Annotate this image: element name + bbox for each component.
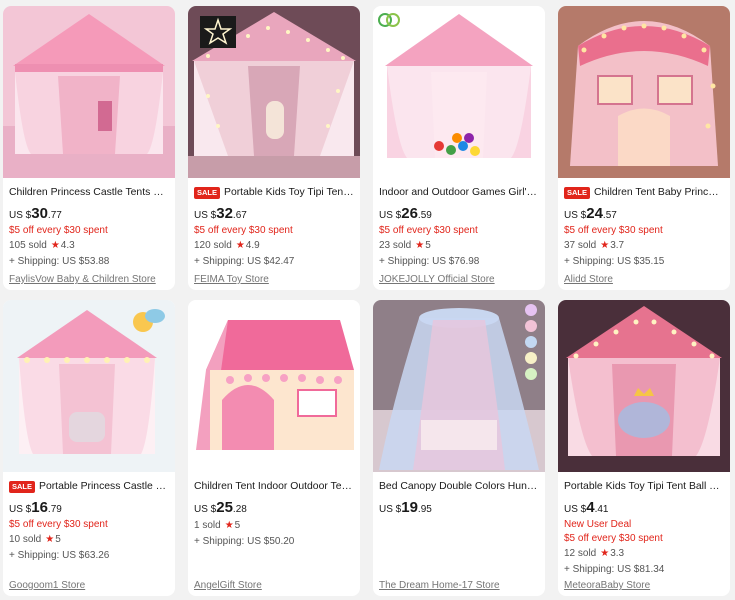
product-price: US $19.95 (379, 499, 432, 516)
star-icon: ★ (235, 240, 245, 251)
product-title-row[interactable]: SALE Portable Princess Castle Play... (9, 478, 169, 495)
shipping-text: + Shipping: US $42.47 (194, 256, 295, 267)
star-icon: ★ (45, 534, 55, 545)
sales-rating: 120 sold ★4.9 (194, 240, 260, 251)
product-grid: Children Princess Castle Tents Port... U… (0, 0, 735, 600)
product-title[interactable]: Bed Canopy Double Colors Hung ... (379, 479, 539, 495)
store-link[interactable]: Googoom1 Store (9, 580, 85, 591)
shipping-text: + Shipping: US $63.26 (9, 550, 110, 561)
sale-badge: SALE (564, 186, 591, 199)
product-title-row[interactable]: SALE Portable Kids Toy Tipi Tent B... (194, 184, 354, 201)
product-card[interactable]: Children Tent Indoor Outdoor Ten... US $… (188, 300, 360, 596)
product-card[interactable]: SALE Children Tent Baby Princess ... US … (558, 6, 730, 290)
shipping-text: + Shipping: US $81.34 (564, 564, 665, 575)
product-title-row[interactable]: Portable Kids Toy Tipi Tent Ball Pit ... (564, 478, 724, 495)
product-price: US $16.79 (9, 499, 62, 516)
product-card[interactable]: Children Princess Castle Tents Port... U… (3, 6, 175, 290)
sales-rating: 23 sold ★5 (379, 240, 431, 251)
store-link[interactable]: AngelGift Store (194, 580, 262, 591)
star-icon: ★ (224, 520, 234, 531)
product-price: US $32.67 (194, 205, 247, 222)
product-price: US $30.77 (9, 205, 62, 222)
shipping-text: + Shipping: US $35.15 (564, 256, 665, 267)
product-image[interactable] (558, 300, 730, 472)
sales-rating: 105 sold ★4.3 (9, 240, 75, 251)
product-title-row[interactable]: Indoor and Outdoor Games Girl's ... (379, 184, 539, 201)
promo-text: $5 off every $30 spent (9, 519, 108, 530)
product-title[interactable]: Children Tent Baby Princess ... (594, 185, 724, 201)
product-price: US $25.28 (194, 499, 247, 516)
product-card[interactable]: Portable Kids Toy Tipi Tent Ball Pit ...… (558, 300, 730, 596)
product-title[interactable]: Children Tent Indoor Outdoor Ten... (194, 479, 354, 495)
product-title-row[interactable]: Children Princess Castle Tents Port... (9, 184, 169, 201)
product-title[interactable]: Portable Kids Toy Tipi Tent B... (224, 185, 354, 201)
promo-text: $5 off every $30 spent (564, 225, 663, 236)
new-user-deal: New User Deal (564, 519, 632, 530)
product-image[interactable] (188, 300, 360, 472)
promo-text: $5 off every $30 spent (9, 225, 108, 236)
product-price: US $4.41 (564, 499, 609, 516)
sales-rating: 12 sold ★3.3 (564, 548, 625, 559)
product-title-row[interactable]: Bed Canopy Double Colors Hung ... (379, 478, 539, 495)
star-icon: ★ (600, 548, 610, 559)
product-title[interactable]: Portable Kids Toy Tipi Tent Ball Pit ... (564, 479, 724, 495)
product-card[interactable]: Indoor and Outdoor Games Girl's ... US $… (373, 6, 545, 290)
sales-rating: 10 sold ★5 (9, 534, 61, 545)
product-image[interactable] (3, 6, 175, 178)
sales-rating: 1 sold ★5 (194, 520, 241, 531)
product-price: US $26.59 (379, 205, 432, 222)
product-price: US $24.57 (564, 205, 617, 222)
promo-text: $5 off every $30 spent (379, 225, 478, 236)
sale-badge: SALE (194, 186, 221, 199)
product-image[interactable] (373, 300, 545, 472)
shipping-text: + Shipping: US $50.20 (194, 536, 295, 547)
product-title[interactable]: Indoor and Outdoor Games Girl's ... (379, 185, 539, 201)
product-image[interactable] (3, 300, 175, 472)
product-title-row[interactable]: Children Tent Indoor Outdoor Ten... (194, 478, 354, 495)
promo-text: $5 off every $30 spent (564, 533, 663, 544)
store-link[interactable]: MeteoraBaby Store (564, 580, 650, 591)
store-link[interactable]: The Dream Home-17 Store (379, 580, 500, 591)
product-title-row[interactable]: SALE Children Tent Baby Princess ... (564, 184, 724, 201)
star-icon: ★ (600, 240, 610, 251)
sales-rating: 37 sold ★3.7 (564, 240, 625, 251)
product-title[interactable]: Children Princess Castle Tents Port... (9, 185, 169, 201)
shipping-text: + Shipping: US $53.88 (9, 256, 110, 267)
sale-badge: SALE (9, 480, 36, 493)
store-link[interactable]: Alidd Store (564, 274, 613, 285)
star-icon: ★ (415, 240, 425, 251)
store-link[interactable]: JOKEJOLLY Official Store (379, 274, 495, 285)
product-card[interactable]: SALE Portable Princess Castle Play... US… (3, 300, 175, 596)
product-card[interactable]: Bed Canopy Double Colors Hung ... US $19… (373, 300, 545, 596)
star-icon: ★ (50, 240, 60, 251)
store-link[interactable]: FaylisVow Baby & Children Store (9, 274, 156, 285)
product-image[interactable] (558, 6, 730, 178)
promo-text: $5 off every $30 spent (194, 225, 293, 236)
store-link[interactable]: FEIMA Toy Store (194, 274, 269, 285)
shipping-text: + Shipping: US $76.98 (379, 256, 480, 267)
product-image[interactable] (188, 6, 360, 178)
product-card[interactable]: SALE Portable Kids Toy Tipi Tent B... US… (188, 6, 360, 290)
product-image[interactable] (373, 6, 545, 178)
product-title[interactable]: Portable Princess Castle Play... (39, 479, 169, 495)
